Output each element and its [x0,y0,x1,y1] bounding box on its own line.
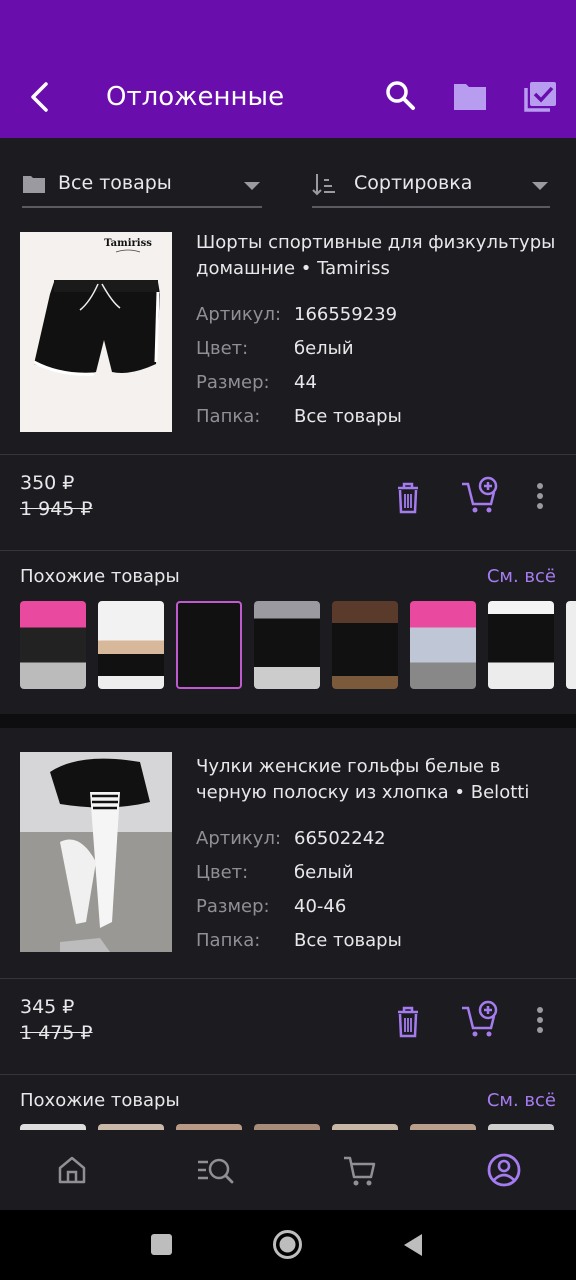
similar-title: Похожие товары [20,1090,180,1111]
similar-item[interactable] [566,601,576,689]
folder-dropdown[interactable]: Все товары [22,168,262,208]
price: 345 ₽ [20,996,75,1018]
old-price: 1 475 ₽ [20,1022,93,1044]
select-all-icon[interactable] [522,78,558,114]
search-icon[interactable] [382,78,418,114]
similar-item[interactable] [20,601,86,689]
more-vert-icon[interactable] [530,1002,550,1042]
more-vert-icon[interactable] [530,478,550,518]
back-triangle-icon[interactable] [402,1233,424,1257]
add-to-cart-icon[interactable] [460,1000,500,1040]
delete-icon[interactable] [388,1002,428,1042]
page-title: Отложенные [106,82,285,112]
profile-icon[interactable] [484,1150,524,1190]
similar-item[interactable] [332,601,398,689]
sort-dropdown[interactable]: Сортировка [312,168,550,208]
add-to-cart-icon[interactable] [460,476,500,516]
folder-dropdown-label: Все товары [58,172,172,194]
old-price: 1 945 ₽ [20,498,93,520]
divider [0,550,576,551]
product-title[interactable]: Чулки женские гольфы белые в черную поло… [196,754,556,806]
home-icon[interactable] [52,1150,92,1190]
home-circle-icon[interactable] [272,1229,303,1260]
product-image[interactable]: Tamiriss [20,232,172,432]
similar-item[interactable] [254,601,320,689]
chevron-down-icon [532,182,548,190]
chevron-down-icon [244,182,260,190]
see-all-link[interactable]: См. всё [487,566,556,587]
similar-title: Похожие товары [20,566,180,587]
recents-icon[interactable] [151,1234,172,1255]
divider [0,1074,576,1075]
product-title[interactable]: Шорты спортивные для физкультуры домашни… [196,230,556,282]
divider [0,978,576,979]
similar-item[interactable] [410,601,476,689]
similar-item[interactable] [98,601,164,689]
product-card: Чулки женские гольфы белые в черную поло… [0,728,576,1130]
product-image[interactable] [20,752,172,952]
bottom-nav [0,1130,576,1210]
see-all-link[interactable]: См. всё [487,1090,556,1111]
product-image-brand: Tamiriss [104,238,152,249]
product-card: Tamiriss Шорты спортивные для физкультур… [0,228,576,714]
cart-icon[interactable] [340,1150,380,1190]
sort-dropdown-label: Сортировка [354,172,473,194]
similar-strip [20,601,576,689]
delete-icon[interactable] [388,478,428,518]
similar-item[interactable] [488,601,554,689]
app-bar: Отложенные [0,0,576,138]
price: 350 ₽ [20,472,75,494]
card-separator [0,714,576,728]
folder-icon[interactable] [452,78,488,114]
filter-bar: Все товары Сортировка [0,138,576,228]
similar-item[interactable] [176,601,242,689]
folder-icon [23,176,45,193]
sort-icon [312,174,335,196]
system-nav-bar [0,1210,576,1280]
catalog-search-icon[interactable] [196,1150,236,1190]
arrow-back-icon[interactable] [26,80,54,114]
divider [0,454,576,455]
